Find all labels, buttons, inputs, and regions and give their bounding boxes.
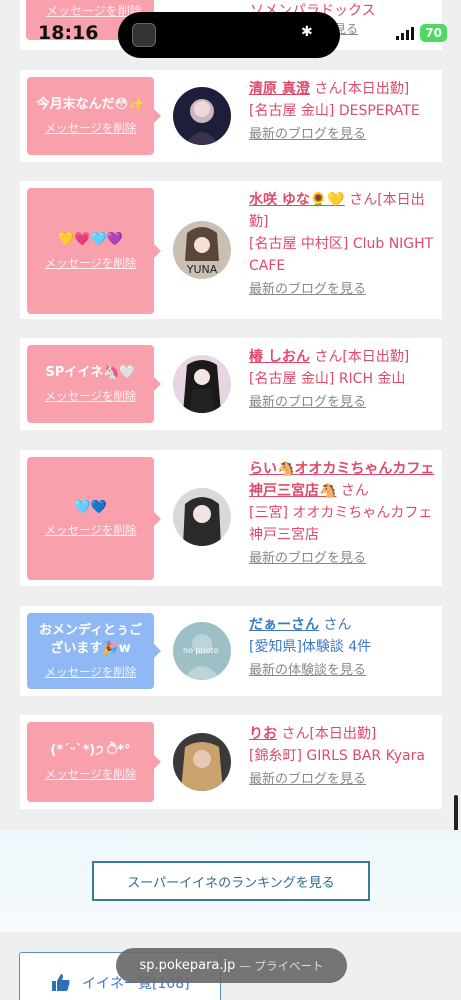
dynamic-island: ✱ (118, 12, 340, 58)
message-bubble: 💛💗🩵💜 メッセージを削除 (27, 188, 161, 314)
user-name-link[interactable]: りお (249, 726, 277, 742)
avatar[interactable] (173, 733, 231, 791)
delete-message-link[interactable]: メッセージを削除 (45, 522, 137, 538)
message-bubble: 今月末なんだ😳✨ メッセージを削除 (27, 77, 161, 155)
shop-text: [名古屋 金山] RICH 金山 (249, 371, 406, 387)
name-suffix: さん[本日出勤] (281, 726, 377, 742)
user-name-link[interactable]: 水咲 ゆな🌻💛 (249, 192, 345, 208)
private-mode-label: — プライベート (239, 958, 324, 973)
thumbs-up-icon (52, 974, 70, 991)
super-like-ranking-button[interactable]: スーパーイイネのランキングを見る (92, 861, 370, 901)
shop-text: [名古屋 中村区] Club NIGHT CAFE (249, 236, 434, 274)
card-info: 清原 真澄 さん[本日出勤] [名古屋 金山] DESPERATE 最新のブログ… (249, 78, 435, 146)
ranking-section: スーパーイイネのランキングを見る (0, 830, 461, 932)
card-info: 椿 しおん さん[本日出勤] [名古屋 金山] RICH 金山 最新のブログを見… (249, 346, 435, 414)
message-bubble: SPイイネ🦄🤍 メッセージを削除 (27, 345, 161, 423)
review-link[interactable]: 最新の体験談を見る (249, 660, 366, 682)
status-time: 18:16 (38, 22, 99, 44)
shop-text: [三宮] オオカミちゃんカフェ神戸三宮店 (249, 505, 433, 543)
signal-icon (396, 26, 415, 40)
delete-message-link[interactable]: メッセージを削除 (45, 120, 137, 136)
like-card: 🩵💙 メッセージを削除 らい🐴オオカミちゃんカフェ神戸三宮店🐴 さん [三宮] … (20, 450, 442, 586)
no-photo-label: no photo (183, 646, 219, 655)
shop-text: [錦糸町] GIRLS BAR Kyara (249, 748, 425, 764)
delete-message-link[interactable]: メッセージを削除 (45, 766, 137, 782)
message-text: 今月末なんだ😳✨ (36, 97, 145, 113)
blog-link[interactable]: 最新のブログを見る (249, 279, 366, 301)
review-count-text: [愛知県]体験談 4件 (249, 639, 372, 655)
message-text: (*ˊᵕˋ*)੭ ੈ*° (50, 743, 131, 759)
blog-link[interactable]: 最新のブログを見る (249, 548, 366, 570)
avatar[interactable] (173, 488, 231, 546)
message-bubble: おメンディとぅございます🎉w メッセージを削除 (27, 613, 161, 689)
delete-message-link[interactable]: メッセージを削除 (45, 388, 137, 404)
avatar[interactable] (173, 355, 231, 413)
message-text: 🩵💙 (74, 499, 107, 515)
no-photo-avatar[interactable]: no photo (173, 622, 231, 680)
blog-link[interactable]: 最新のブログを見る (249, 769, 366, 791)
message-text: SPイイネ🦄🤍 (45, 365, 136, 381)
like-card: おメンディとぅございます🎉w メッセージを削除 no photo だぁーさん さ… (20, 606, 442, 696)
card-info: りお さん[本日出勤] [錦糸町] GIRLS BAR Kyara 最新のブログ… (249, 723, 435, 791)
name-suffix: さん (323, 617, 352, 633)
avatar[interactable]: YUNA (173, 221, 231, 279)
name-suffix: さん[本日出勤] (314, 349, 410, 365)
user-name-link[interactable]: 清原 真澄 (249, 81, 310, 97)
status-indicators: 70 (396, 24, 447, 42)
card-info: らい🐴オオカミちゃんカフェ神戸三宮店🐴 さん [三宮] オオカミちゃんカフェ神戸… (249, 458, 435, 570)
battery-indicator: 70 (420, 24, 447, 42)
delete-message-link[interactable]: メッセージを削除 (45, 664, 137, 680)
blog-link[interactable]: 最新のブログを見る (249, 124, 366, 146)
message-text: おメンディとぅございます🎉w (38, 623, 143, 656)
like-card: 💛💗🩵💜 メッセージを削除 YUNA 水咲 ゆな🌻💛 さん[本日出勤] [名古屋… (20, 181, 442, 319)
card-info: 水咲 ゆな🌻💛 さん[本日出勤] [名古屋 中村区] Club NIGHT CA… (249, 189, 435, 301)
name-suffix: さん[本日出勤] (314, 81, 410, 97)
like-card: 今月末なんだ😳✨ メッセージを削除 清原 真澄 さん[本日出勤] [名古屋 金山… (20, 70, 442, 162)
app-icon (132, 23, 156, 47)
like-card: (*ˊᵕˋ*)੭ ੈ*° メッセージを削除 りお さん[本日出勤] [錦糸町] … (20, 715, 442, 809)
delete-message-link[interactable]: メッセージを削除 (45, 255, 137, 271)
avatar[interactable] (173, 87, 231, 145)
card-info: だぁーさん さん [愛知県]体験談 4件 最新の体験談を見る (249, 614, 435, 682)
user-name-link[interactable]: 椿 しおん (249, 349, 310, 365)
user-name-link[interactable]: だぁーさん (249, 617, 319, 633)
url-bar[interactable]: sp.pokepara.jp — プライベート (116, 948, 347, 983)
blog-link[interactable]: 最新のブログを見る (249, 392, 366, 414)
scroll-indicator[interactable] (454, 795, 458, 835)
svg-text:YUNA: YUNA (186, 263, 218, 276)
like-card: SPイイネ🦄🤍 メッセージを削除 椿 しおん さん[本日出勤] [名古屋 金山]… (20, 338, 442, 430)
message-bubble: (*ˊᵕˋ*)੭ ੈ*° メッセージを削除 (27, 722, 161, 802)
url-domain: sp.pokepara.jp (139, 958, 236, 973)
shop-text: [名古屋 金山] DESPERATE (249, 103, 420, 119)
message-bubble: 🩵💙 メッセージを削除 (27, 457, 161, 580)
status-bar: 18:16 ✱ 70 (0, 0, 461, 62)
bluetooth-icon: ✱ (301, 24, 313, 40)
name-suffix: さん (340, 483, 369, 499)
message-text: 💛💗🩵💜 (58, 232, 123, 248)
